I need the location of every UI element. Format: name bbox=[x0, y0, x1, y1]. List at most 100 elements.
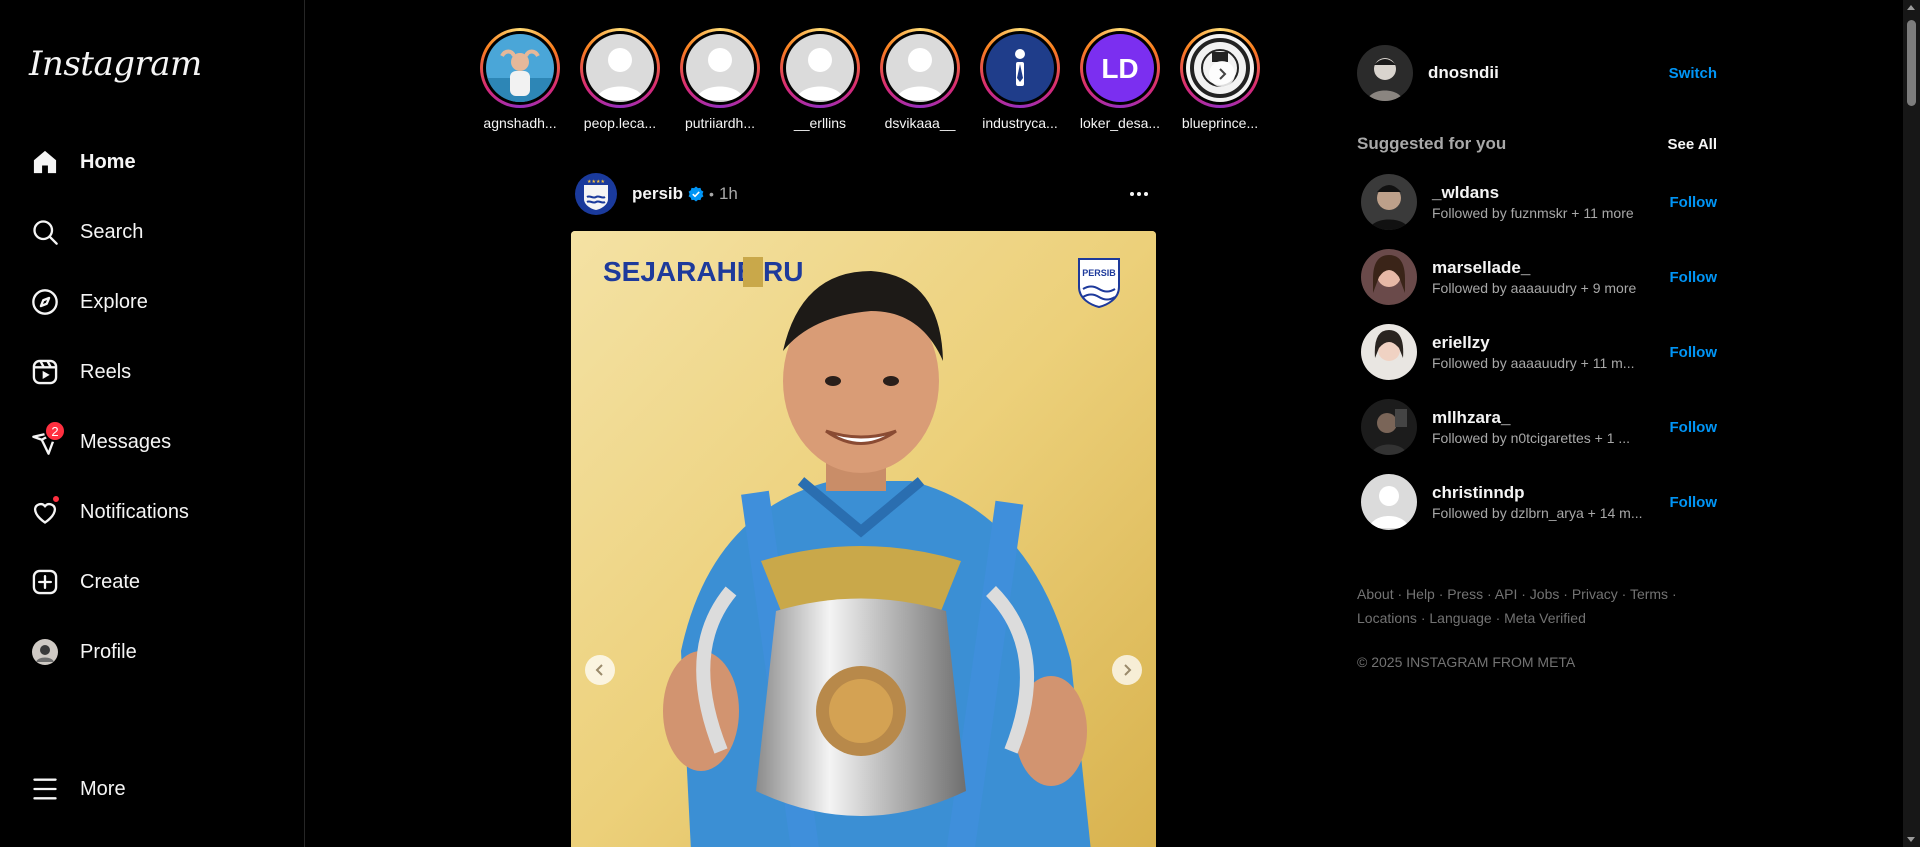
story-ring bbox=[580, 28, 660, 108]
suggestion-row: _wldans Followed by fuznmskr + 11 more F… bbox=[1361, 172, 1717, 232]
suggestion-username[interactable]: _wldans bbox=[1432, 183, 1662, 203]
scrollbar-thumb[interactable] bbox=[1907, 20, 1916, 106]
suggestion-avatar[interactable] bbox=[1361, 249, 1417, 305]
story-username: __erllins bbox=[793, 115, 847, 131]
nav-search[interactable]: Search bbox=[14, 204, 294, 260]
follow-button[interactable]: Follow bbox=[1670, 194, 1718, 211]
story-item[interactable]: agnshadh... bbox=[470, 28, 570, 138]
default-avatar-icon bbox=[886, 34, 954, 102]
svg-text:★★★★: ★★★★ bbox=[587, 179, 605, 185]
story-item[interactable]: __erllins bbox=[770, 28, 870, 138]
suggestion-avatar[interactable] bbox=[1361, 399, 1417, 455]
story-avatar bbox=[986, 34, 1054, 102]
footer-link-help[interactable]: Help bbox=[1406, 586, 1435, 602]
post-timestamp[interactable]: 1h bbox=[719, 184, 738, 204]
persib-crest-icon: ★★★★ bbox=[584, 179, 608, 210]
nav-more[interactable]: More bbox=[14, 761, 294, 817]
suggestion-row: marsellade_ Followed by aaaauudry + 9 mo… bbox=[1361, 247, 1717, 307]
page-scrollbar[interactable] bbox=[1903, 0, 1920, 847]
story-item[interactable]: industryca... bbox=[970, 28, 1070, 138]
heart-icon bbox=[29, 494, 61, 528]
suggestion-username[interactable]: christinndp bbox=[1432, 483, 1662, 503]
profile-avatar bbox=[29, 636, 61, 668]
carousel-next-button[interactable] bbox=[1112, 655, 1142, 685]
more-options-icon[interactable] bbox=[1127, 182, 1151, 211]
current-user-row: dnosndii Switch bbox=[1357, 44, 1717, 102]
follow-button[interactable]: Follow bbox=[1670, 494, 1718, 511]
verified-badge-icon bbox=[688, 186, 704, 202]
footer-link-jobs[interactable]: Jobs bbox=[1530, 586, 1560, 602]
copyright-text: © 2025 INSTAGRAM FROM META bbox=[1357, 654, 1576, 670]
suggestion-avatar[interactable] bbox=[1361, 324, 1417, 380]
chevron-right-icon bbox=[1219, 68, 1227, 80]
chevron-left-icon bbox=[595, 664, 603, 676]
footer-link-api[interactable]: API bbox=[1495, 586, 1518, 602]
nav-reels[interactable]: Reels bbox=[14, 344, 294, 400]
story-ring bbox=[980, 28, 1060, 108]
carousel-prev-button[interactable] bbox=[585, 655, 615, 685]
nav-explore[interactable]: Explore bbox=[14, 274, 294, 330]
story-ring bbox=[780, 28, 860, 108]
footer-link-about[interactable]: About bbox=[1357, 586, 1394, 602]
scroll-down-arrow-icon[interactable] bbox=[1907, 837, 1915, 842]
footer-link-privacy[interactable]: Privacy bbox=[1572, 586, 1618, 602]
footer-link-language[interactable]: Language bbox=[1429, 610, 1491, 626]
suggestions-title: Suggested for you bbox=[1357, 134, 1507, 153]
follow-button[interactable]: Follow bbox=[1670, 269, 1718, 286]
default-avatar-icon bbox=[786, 34, 854, 102]
suggestion-username[interactable]: mllhzara_ bbox=[1432, 408, 1662, 428]
follow-button[interactable]: Follow bbox=[1670, 419, 1718, 436]
nav-profile[interactable]: Profile bbox=[14, 624, 294, 680]
story-ring: LD bbox=[1080, 28, 1160, 108]
post-author-avatar[interactable]: ★★★★ bbox=[575, 173, 617, 215]
story-item[interactable]: dsvikaaa__ bbox=[870, 28, 970, 138]
nav-home[interactable]: Home bbox=[14, 134, 294, 190]
hamburger-icon bbox=[29, 773, 61, 805]
nav-explore-label: Explore bbox=[80, 290, 148, 313]
post-media[interactable]: SEJARAHB RU PERSIB bbox=[571, 231, 1156, 847]
story-ring bbox=[480, 28, 560, 108]
messenger-icon: 2 bbox=[29, 420, 66, 458]
suggestion-username[interactable]: eriellzy bbox=[1432, 333, 1662, 353]
nav-home-label: Home bbox=[80, 150, 136, 173]
suggestion-followed-by: Followed by aaaauudry + 9 more bbox=[1432, 280, 1637, 296]
suggestion-avatar[interactable] bbox=[1361, 174, 1417, 230]
story-ring bbox=[680, 28, 760, 108]
plus-square-icon bbox=[29, 566, 61, 598]
current-username[interactable]: dnosndii bbox=[1428, 63, 1499, 83]
follow-button[interactable]: Follow bbox=[1670, 344, 1718, 361]
instagram-logo[interactable]: Instagram bbox=[29, 44, 202, 84]
post-username[interactable]: persib bbox=[632, 184, 683, 204]
story-item[interactable]: peop.leca... bbox=[570, 28, 670, 138]
suggestion-row: christinndp Followed by dzlbrn_arya + 14… bbox=[1361, 472, 1717, 532]
nav-notifications[interactable]: Notifications bbox=[14, 484, 294, 540]
scroll-up-arrow-icon[interactable] bbox=[1907, 5, 1915, 10]
default-avatar-icon bbox=[686, 34, 754, 102]
see-all-button[interactable]: See All bbox=[1668, 136, 1717, 153]
post-image-title: SEJARAHB bbox=[603, 256, 757, 287]
footer-links: About · Help · Press · API · Jobs · Priv… bbox=[1357, 586, 1677, 626]
story-avatar bbox=[486, 34, 554, 102]
default-avatar-icon[interactable] bbox=[1361, 474, 1417, 530]
footer-link-terms[interactable]: Terms bbox=[1630, 586, 1668, 602]
current-user-avatar[interactable] bbox=[1357, 45, 1413, 101]
nav-messages[interactable]: 2 Messages bbox=[14, 414, 294, 470]
notification-dot bbox=[51, 494, 61, 504]
footer-link-meta-verified[interactable]: Meta Verified bbox=[1504, 610, 1586, 626]
nav-create[interactable]: Create bbox=[14, 554, 294, 610]
stories-next-button[interactable] bbox=[1209, 61, 1235, 87]
suggestion-followed-by: Followed by aaaauudry + 11 m... bbox=[1432, 355, 1635, 371]
story-item[interactable]: LD loker_desa... bbox=[1070, 28, 1170, 138]
nav-messages-label: Messages bbox=[80, 430, 172, 453]
nav-more-label: More bbox=[80, 777, 126, 800]
footer-link-locations[interactable]: Locations bbox=[1357, 610, 1417, 626]
suggestion-username[interactable]: marsellade_ bbox=[1432, 258, 1662, 278]
story-avatar: LD bbox=[1086, 34, 1154, 102]
story-item[interactable]: putriiardh... bbox=[670, 28, 770, 138]
switch-account-button[interactable]: Switch bbox=[1669, 65, 1717, 82]
footer-link-press[interactable]: Press bbox=[1447, 586, 1483, 602]
suggestion-followed-by: Followed by dzlbrn_arya + 14 m... bbox=[1432, 505, 1643, 521]
svg-text:PERSIB: PERSIB bbox=[1082, 268, 1116, 278]
suggestion-row: mllhzara_ Followed by n0tcigarettes + 1 … bbox=[1361, 397, 1717, 457]
player-trophy-photo: SEJARAHB RU PERSIB bbox=[571, 231, 1156, 847]
